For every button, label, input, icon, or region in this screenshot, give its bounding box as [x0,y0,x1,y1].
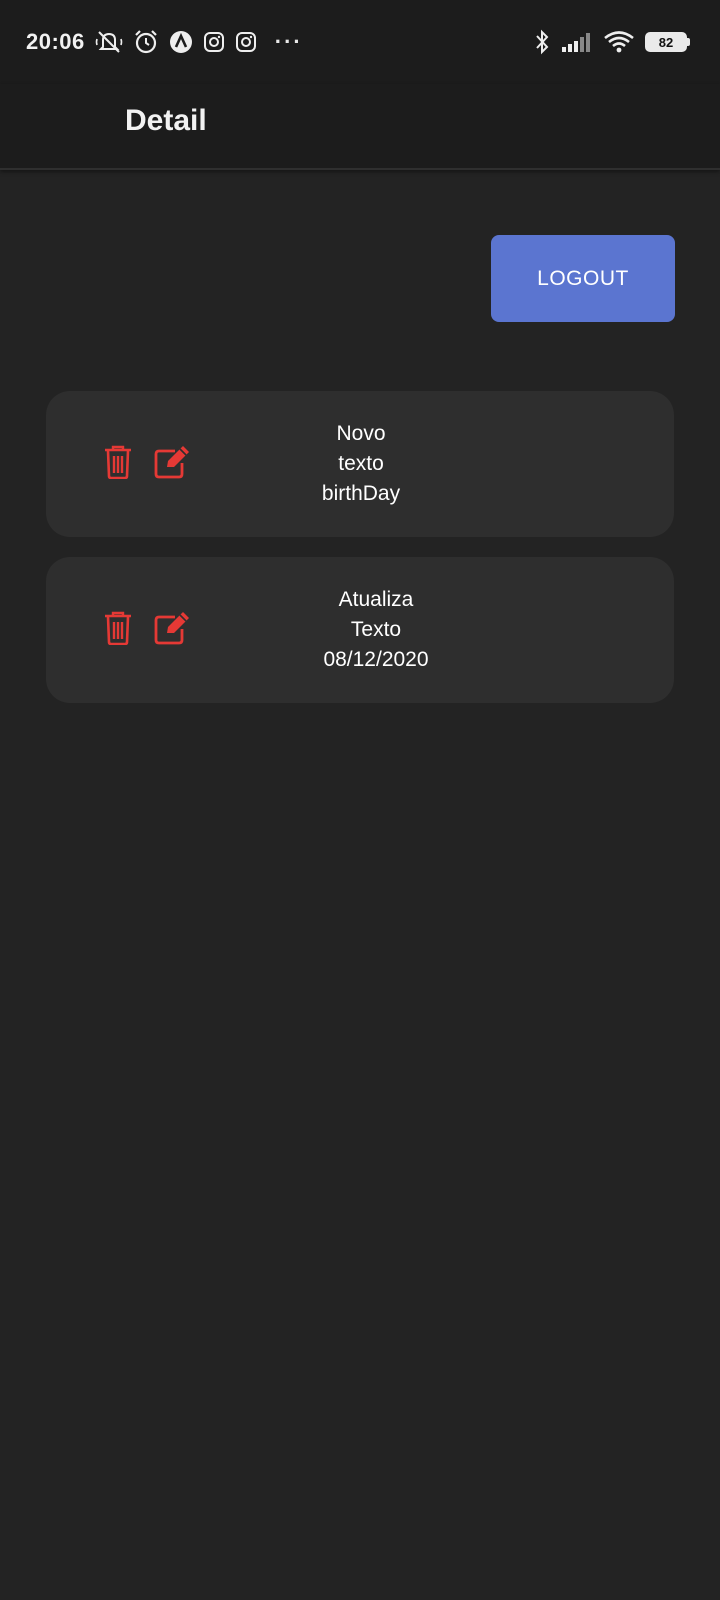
edit-icon [153,611,191,650]
list-item: Atualiza Texto 08/12/2020 [46,557,674,703]
card-content: Novo texto birthDay [256,391,466,537]
signal-icon [561,31,593,53]
edit-icon [153,445,191,484]
wifi-icon [603,30,635,54]
status-bar: 20:06 ··· 82 [0,0,720,84]
card-date: 08/12/2020 [323,648,429,671]
app-a-icon [169,30,193,54]
trash-icon [103,445,133,484]
card-text: texto [338,452,384,475]
card-title: Novo [336,422,386,445]
delete-button[interactable] [98,391,138,537]
card-date: birthDay [321,482,401,505]
card-title: Atualiza [338,588,414,611]
muted-bell-icon [95,29,123,55]
page-title: Detail [125,104,207,137]
delete-button[interactable] [98,557,138,703]
edit-button[interactable] [152,391,192,537]
alarm-icon [133,29,159,55]
app-bar: Detail [0,84,720,170]
battery-icon: 82 [645,32,687,52]
logout-button[interactable]: LOGOUT [491,235,675,322]
bluetooth-icon [533,29,551,55]
status-right: 82 [533,29,690,55]
status-time: 20:06 [26,29,85,54]
battery-tip [687,38,690,46]
more-notifications-icon: ··· [274,29,303,54]
instagram-icon [203,31,225,53]
battery-indicator: 82 [645,32,690,52]
card-content: Atualiza Texto 08/12/2020 [271,557,481,703]
card-text: Texto [350,618,402,641]
trash-icon [103,611,133,650]
list-item: Novo texto birthDay [46,391,674,537]
edit-button[interactable] [152,557,192,703]
status-left: 20:06 ··· [26,29,303,55]
instagram-icon [235,31,257,53]
